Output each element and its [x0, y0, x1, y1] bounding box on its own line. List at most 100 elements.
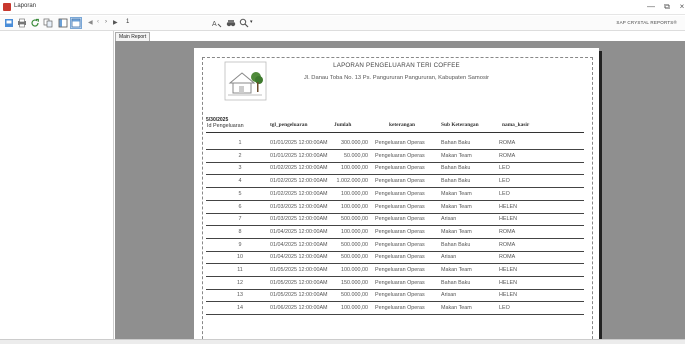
row-id: 14	[237, 305, 243, 312]
row-keterangan: Pengeluaran Operas	[375, 152, 425, 159]
row-keterangan: Pengeluaran Operas	[375, 292, 425, 299]
row-nama-kasir: LEO	[499, 178, 510, 185]
zoom-icon[interactable]	[239, 18, 249, 28]
toggle-group-tree-icon[interactable]	[58, 18, 68, 28]
row-keterangan: Pengeluaran Operas	[375, 254, 425, 261]
row-id: 9	[238, 241, 242, 248]
row-nama-kasir: ROMA	[499, 241, 516, 248]
previous-page-icon[interactable]: ‹	[97, 19, 99, 25]
row-divider	[206, 174, 584, 176]
row-nama-kasir: LEO	[499, 305, 510, 312]
row-jumlah: 100.000,00	[341, 267, 368, 273]
row-divider	[206, 161, 584, 163]
row-tgl-pengeluaran: 01/01/2025 12:00:00AM	[270, 152, 328, 159]
app-icon	[3, 3, 11, 11]
window-title: Laporan	[14, 3, 37, 9]
row-id: 3	[238, 165, 242, 172]
row-keterangan: Pengeluaran Operas	[375, 216, 425, 223]
row-keterangan: Pengeluaran Operas	[375, 279, 425, 286]
row-jumlah: 500.000,00	[341, 254, 368, 261]
row-sub-keterangan: Makan Team	[441, 305, 472, 312]
row-divider	[206, 288, 584, 290]
row-sub-keterangan: Bahan Baku	[441, 165, 471, 172]
export-icon[interactable]	[4, 18, 14, 28]
row-keterangan: Pengeluaran Operas	[375, 267, 425, 273]
row-tgl-pengeluaran: 01/06/2025 12:00:00AM	[270, 305, 328, 312]
row-id: 12	[237, 279, 243, 286]
row-nama-kasir: ROMA	[499, 254, 516, 261]
row-tgl-pengeluaran: 01/04/2025 12:00:00AM	[270, 254, 328, 261]
row-sub-keterangan: Bahan Baku	[441, 241, 471, 248]
row-nama-kasir: HELEN	[499, 267, 517, 273]
row-sub-keterangan: Makan Team	[441, 267, 472, 273]
maximize-icon[interactable]: ⧉	[660, 1, 674, 12]
last-page-icon[interactable]: ▶	[113, 19, 118, 26]
row-keterangan: Pengeluaran Operas	[375, 203, 425, 210]
row-tgl-pengeluaran: 01/02/2025 12:00:00AM	[270, 165, 328, 172]
row-divider	[206, 250, 584, 252]
column-header-jumlah: Jumlah	[334, 122, 352, 128]
row-id: 7	[238, 216, 242, 223]
copy-icon[interactable]	[43, 18, 53, 28]
binoculars-icon[interactable]	[226, 18, 236, 28]
row-nama-kasir: LEO	[499, 165, 510, 172]
row-id: 10	[237, 254, 243, 261]
row-divider	[206, 314, 584, 316]
print-icon[interactable]	[17, 18, 27, 28]
row-jumlah: 100.000,00	[341, 228, 368, 235]
row-keterangan: Pengeluaran Operas	[375, 178, 425, 185]
row-jumlah: 500.000,00	[341, 241, 368, 248]
row-sub-keterangan: Bahan Baku	[441, 178, 471, 185]
row-jumlah: 100.000,00	[341, 190, 368, 197]
row-keterangan: Pengeluaran Operas	[375, 165, 425, 172]
report-page: LAPORAN PENGELUARAN TERI COFFEE Jl. Dana…	[194, 48, 599, 339]
row-nama-kasir: ROMA	[499, 228, 516, 235]
brand-label: SAP CRYSTAL REPORTS®	[616, 20, 677, 25]
row-tgl-pengeluaran: 01/03/2025 12:00:00AM	[270, 216, 328, 223]
row-id: 6	[238, 203, 242, 210]
row-keterangan: Pengeluaran Operas	[375, 190, 425, 197]
report-viewer[interactable]: LAPORAN PENGELUARAN TERI COFFEE Jl. Dana…	[115, 41, 685, 339]
row-jumlah: 100.000,00	[341, 165, 368, 172]
row-tgl-pengeluaran: 01/03/2025 12:00:00AM	[270, 203, 328, 210]
row-nama-kasir: LEO	[499, 190, 510, 197]
svg-text:A: A	[212, 21, 217, 28]
row-jumlah: 500.000,00	[341, 216, 368, 223]
row-keterangan: Pengeluaran Operas	[375, 228, 425, 235]
row-id: 5	[238, 190, 242, 197]
row-keterangan: Pengeluaran Operas	[375, 305, 425, 312]
row-jumlah: 500.000,00	[341, 292, 368, 299]
minimize-icon[interactable]: —	[644, 1, 658, 12]
close-icon[interactable]: ×	[675, 1, 685, 12]
row-jumlah: 150.000,00	[341, 279, 368, 286]
row-sub-keterangan: Bahan Baku	[441, 279, 471, 286]
find-icon[interactable]: A	[212, 18, 222, 28]
row-tgl-pengeluaran: 01/02/2025 12:00:00AM	[270, 190, 328, 197]
zoom-dropdown-icon[interactable]: ▾	[250, 19, 253, 25]
row-divider	[206, 237, 584, 239]
row-nama-kasir: ROMA	[499, 140, 516, 146]
group-tree-panel[interactable]	[0, 31, 114, 339]
row-nama-kasir: HELEN	[499, 292, 517, 299]
row-id: 1	[238, 140, 242, 146]
toggle-parameter-panel-icon[interactable]	[70, 17, 82, 29]
next-page-icon[interactable]: ›	[105, 19, 107, 25]
row-tgl-pengeluaran: 01/01/2025 12:00:00AM	[270, 140, 328, 146]
row-id: 2	[238, 152, 242, 159]
first-page-icon[interactable]: ◀	[88, 19, 93, 26]
refresh-icon[interactable]	[30, 18, 40, 28]
page-number[interactable]: 1	[126, 19, 129, 25]
report-title: LAPORAN PENGELUARAN TERI COFFEE	[333, 62, 460, 69]
row-divider	[206, 263, 584, 265]
row-nama-kasir: HELEN	[499, 216, 517, 223]
header-divider	[206, 132, 584, 133]
row-divider	[206, 149, 584, 150]
row-divider	[206, 225, 584, 227]
row-jumlah: 100.000,00	[341, 203, 368, 210]
row-jumlah: 50.000,00	[344, 152, 368, 159]
row-keterangan: Pengeluaran Operas	[375, 241, 425, 248]
row-nama-kasir: ROMA	[499, 152, 516, 159]
row-divider	[206, 199, 584, 201]
row-id: 13	[237, 292, 243, 299]
row-jumlah: 300.000,00	[341, 140, 368, 146]
